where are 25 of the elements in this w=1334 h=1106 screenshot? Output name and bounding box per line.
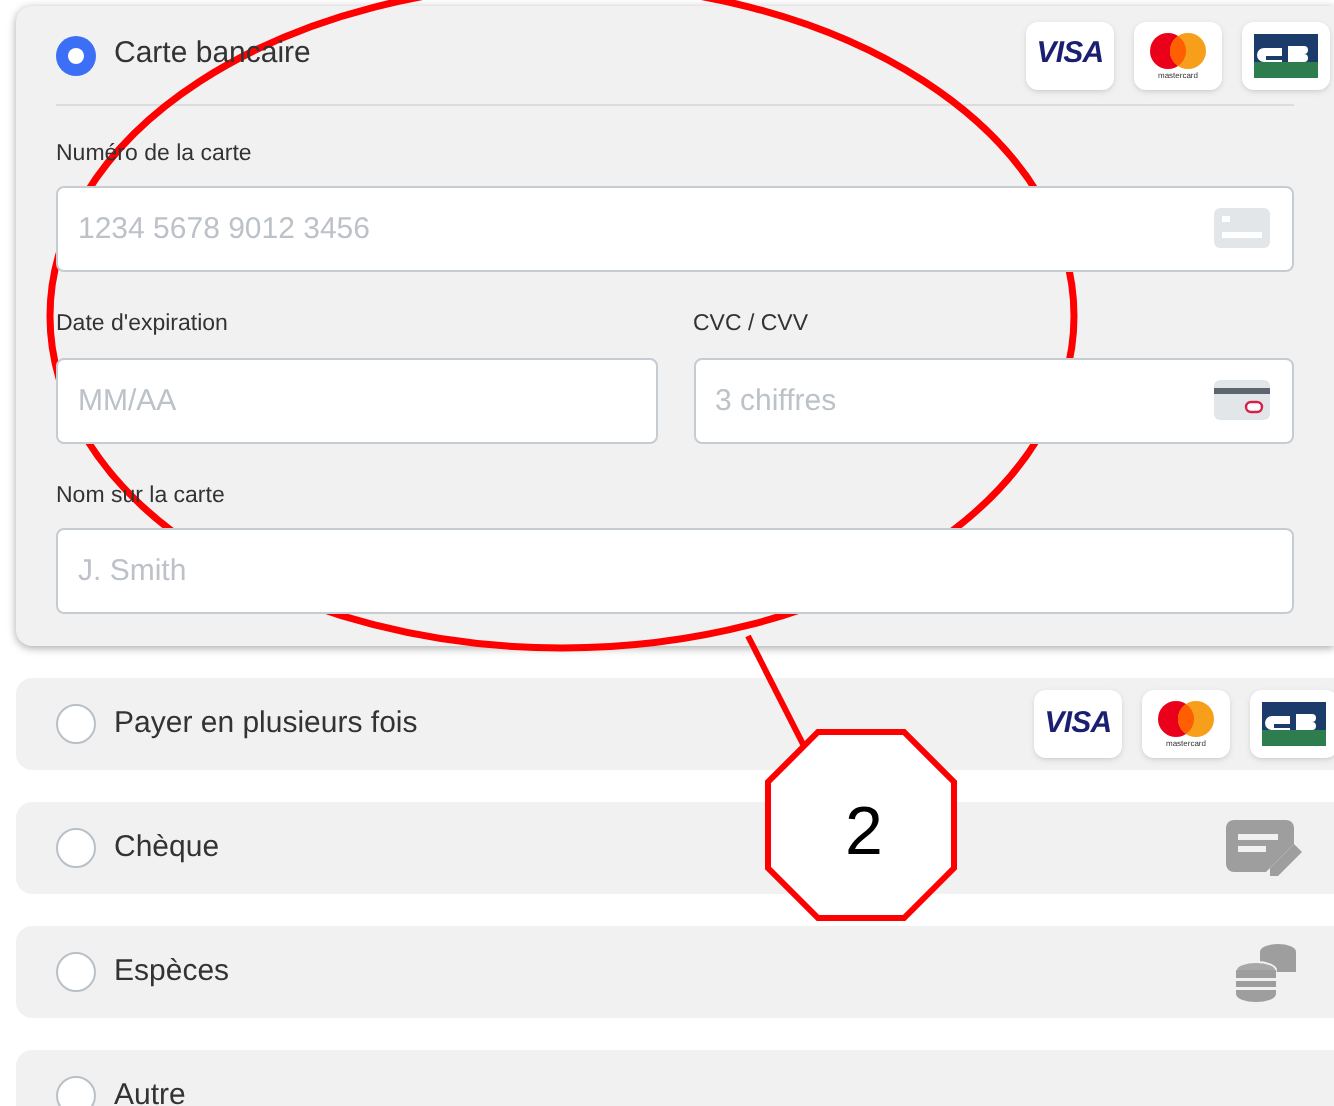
coins-icon [1234,941,1298,1002]
payment-option[interactable]: Espèces [16,925,1334,1018]
input-field[interactable]: J. Smith [56,527,1294,614]
input-field[interactable]: 3 chiffres [693,357,1294,443]
card-back-icon [1214,379,1270,419]
field-label: CVC / CVV [693,310,809,341]
visa-logo: VISA [1034,689,1122,758]
pen-note-icon [1226,819,1302,876]
option-label: Autre [114,1075,186,1106]
radio-button[interactable] [56,703,96,744]
field-label: Date d'expiration [56,310,228,341]
radio-button[interactable] [56,1075,96,1106]
option-label: Espèces [114,951,230,991]
cb-logo [1242,21,1330,89]
cb-logo [1250,689,1334,758]
payment-option[interactable]: Autre [16,1049,1334,1106]
radio-button[interactable] [56,951,96,992]
input-field[interactable]: MM/AA [56,357,657,443]
option-label: Payer en plusieurs fois [114,703,418,743]
visa-logo: VISA [1026,21,1114,89]
input-field[interactable]: 1234 5678 9012 3456 [56,186,1294,273]
radio-button[interactable] [56,35,96,75]
radio-button[interactable] [56,827,96,868]
card-icon [1214,208,1270,249]
option-label: Chèque [114,827,220,867]
